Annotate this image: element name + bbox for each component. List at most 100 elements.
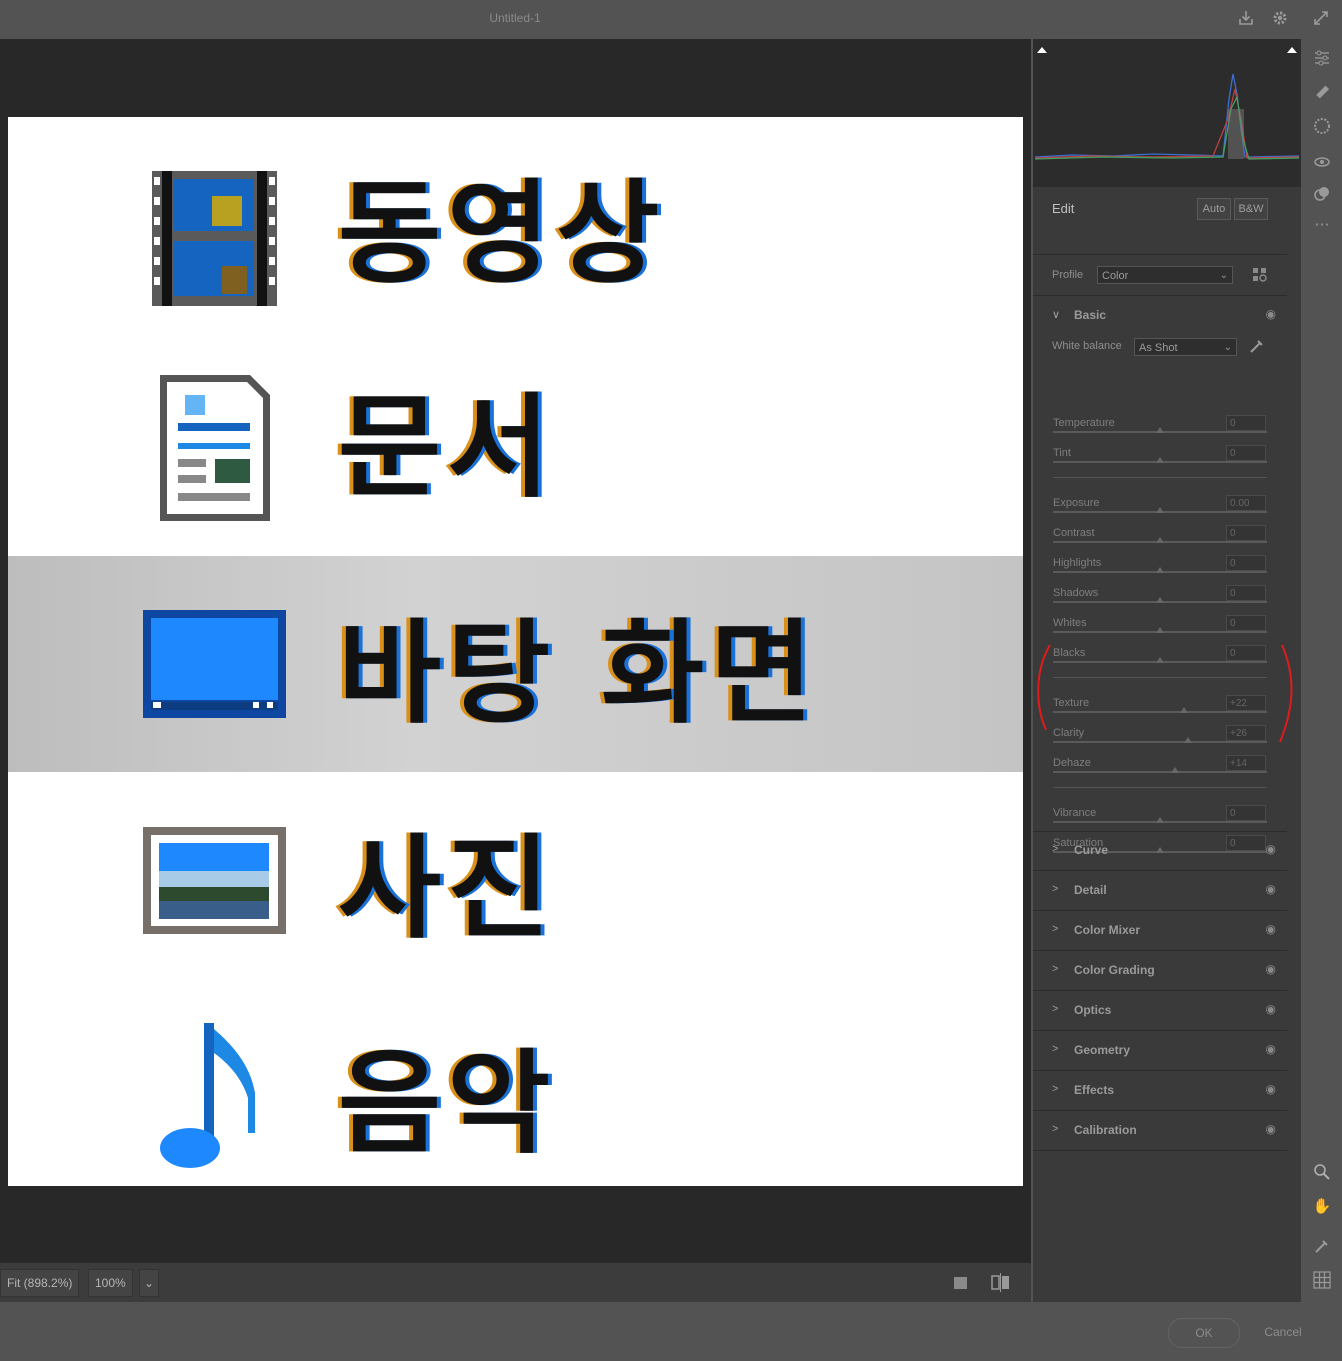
slider-label: Exposure <box>1053 497 1100 509</box>
grid-overlay-icon[interactable] <box>1312 1271 1332 1291</box>
eye-icon[interactable]: ◉ <box>1266 962 1276 976</box>
slider-value-input[interactable]: 0 <box>1226 445 1266 461</box>
slider-label: Temperature <box>1053 417 1115 429</box>
panel-title: Color Mixer <box>1074 923 1141 937</box>
preview-image: 동영상 문서 바탕 화면 사진 음악 <box>8 117 1023 1186</box>
document-icon <box>160 375 270 526</box>
slider-thumb[interactable] <box>1156 507 1164 513</box>
title-bar: Untitled-1 <box>0 0 1342 39</box>
eye-icon[interactable]: ◉ <box>1266 1042 1276 1056</box>
chevron-right-icon: > <box>1052 1083 1059 1095</box>
zoom-icon[interactable] <box>1312 1163 1332 1183</box>
slider-value-input[interactable]: +14 <box>1226 755 1266 771</box>
eye-icon[interactable]: ◉ <box>1266 1082 1276 1096</box>
film-icon <box>152 171 277 311</box>
image-row-documents: 문서 <box>8 331 1023 545</box>
slider-thumb[interactable] <box>1156 427 1164 433</box>
white-balance-label: White balance <box>1052 340 1122 352</box>
panel-header-optics[interactable]: > Optics ◉ <box>1033 991 1287 1031</box>
tools-toolbar: ⋯ ✋ <box>1301 39 1342 1302</box>
bw-button[interactable]: B&W <box>1234 198 1268 220</box>
gear-icon[interactable] <box>1270 9 1290 29</box>
chevron-down-icon: ∨ <box>1052 309 1061 321</box>
edit-title: Edit <box>1052 201 1075 216</box>
panel-title: Effects <box>1074 1083 1115 1097</box>
panel-header-curve[interactable]: > Curve ◉ <box>1033 831 1287 871</box>
image-row-desktop: 바탕 화면 <box>8 556 1023 772</box>
music-note-icon <box>160 1023 260 1178</box>
slider-thumb[interactable] <box>1156 817 1164 823</box>
slider-label: Vibrance <box>1053 807 1097 819</box>
chevron-right-icon: > <box>1052 1043 1059 1055</box>
profile-browser-icon[interactable] <box>1252 267 1268 288</box>
chevron-right-icon: > <box>1052 843 1059 855</box>
image-canvas[interactable]: 동영상 문서 바탕 화면 사진 음악 <box>0 39 1031 1262</box>
panel-header-geometry[interactable]: > Geometry ◉ <box>1033 1031 1287 1071</box>
white-balance-select[interactable]: As Shot ⌄ <box>1134 338 1237 356</box>
slider-thumb[interactable] <box>1156 457 1164 463</box>
image-row-video: 동영상 <box>8 117 1023 331</box>
profile-select[interactable]: Color ⌄ <box>1097 266 1233 284</box>
basic-title: Basic <box>1074 308 1107 322</box>
slider-value-input[interactable]: 0 <box>1226 415 1266 431</box>
panel-header-effects[interactable]: > Effects ◉ <box>1033 1071 1287 1111</box>
dialog-footer: OK Cancel <box>0 1302 1342 1361</box>
panel-title: Optics <box>1074 1003 1112 1017</box>
masking-icon[interactable] <box>1312 117 1332 137</box>
eye-icon[interactable]: ◉ <box>1266 1002 1276 1016</box>
save-icon[interactable] <box>1236 9 1256 29</box>
histogram <box>1033 39 1301 187</box>
edit-sliders-icon[interactable] <box>1312 49 1332 69</box>
panel-title: Calibration <box>1074 1123 1137 1137</box>
slider-value-input[interactable]: 0.00 <box>1226 495 1266 511</box>
panel-header-calibration[interactable]: > Calibration ◉ <box>1033 1111 1287 1151</box>
basic-section: ∨ Basic ◉ White balance As Shot ⌄ Temper… <box>1033 296 1287 853</box>
compare-view-icon[interactable] <box>990 1273 1012 1298</box>
expand-icon[interactable] <box>1311 9 1331 29</box>
slider-label: Tint <box>1053 447 1071 459</box>
edit-section: Edit Auto B&W <box>1033 187 1287 255</box>
zoom-dropdown[interactable]: ⌄ <box>139 1269 160 1297</box>
panel-header-color-grading[interactable]: > Color Grading ◉ <box>1033 951 1287 991</box>
panel-header-detail[interactable]: > Detail ◉ <box>1033 871 1287 911</box>
slider-thumb[interactable] <box>1156 567 1164 573</box>
single-view-icon[interactable] <box>953 1275 969 1296</box>
zoom-100-button[interactable]: 100% <box>88 1269 133 1297</box>
eye-icon[interactable]: ◉ <box>1266 922 1276 936</box>
eye-icon[interactable]: ◉ <box>1266 1122 1276 1136</box>
row-label: 동영상 <box>338 169 666 299</box>
slider-group-divider <box>1053 787 1267 788</box>
eye-icon[interactable]: ◉ <box>1266 842 1276 856</box>
more-icon[interactable]: ⋯ <box>1312 215 1332 235</box>
panel-title: Geometry <box>1074 1043 1131 1057</box>
color-sampler-icon[interactable] <box>1312 1237 1332 1257</box>
healing-brush-icon[interactable] <box>1312 83 1332 103</box>
red-annotation <box>1037 587 1336 743</box>
red-eye-icon[interactable] <box>1312 153 1332 173</box>
slider-value-input[interactable]: 0 <box>1226 805 1266 821</box>
auto-button[interactable]: Auto <box>1197 198 1231 220</box>
slider-value-input[interactable]: 0 <box>1226 525 1266 541</box>
slider-thumb[interactable] <box>1170 767 1179 773</box>
presets-icon[interactable] <box>1312 185 1332 205</box>
hand-icon[interactable]: ✋ <box>1312 1197 1332 1217</box>
panel-title: Color Grading <box>1074 963 1155 977</box>
fit-zoom-button[interactable]: Fit (898.2%) <box>0 1269 80 1297</box>
chevron-down-icon: ⌄ <box>144 1276 155 1290</box>
image-row-pictures: 사진 <box>8 772 1023 986</box>
slider-group-divider <box>1053 477 1267 478</box>
ok-button[interactable]: OK <box>1168 1318 1240 1348</box>
eyedropper-icon[interactable] <box>1248 337 1266 360</box>
slider-value-input[interactable]: 0 <box>1226 555 1266 571</box>
eye-icon[interactable]: ◉ <box>1266 307 1276 321</box>
basic-header[interactable]: ∨ Basic ◉ <box>1033 296 1287 335</box>
slider-label: Dehaze <box>1053 757 1091 769</box>
eye-icon[interactable]: ◉ <box>1266 882 1276 896</box>
chevron-down-icon: ⌄ <box>1219 270 1228 281</box>
cancel-button[interactable]: Cancel <box>1250 1318 1316 1346</box>
slider-thumb[interactable] <box>1156 537 1164 543</box>
white-balance-value: As Shot <box>1139 342 1178 354</box>
desktop-icon <box>143 610 286 723</box>
slider-track[interactable] <box>1053 771 1267 773</box>
panel-header-color-mixer[interactable]: > Color Mixer ◉ <box>1033 911 1287 951</box>
